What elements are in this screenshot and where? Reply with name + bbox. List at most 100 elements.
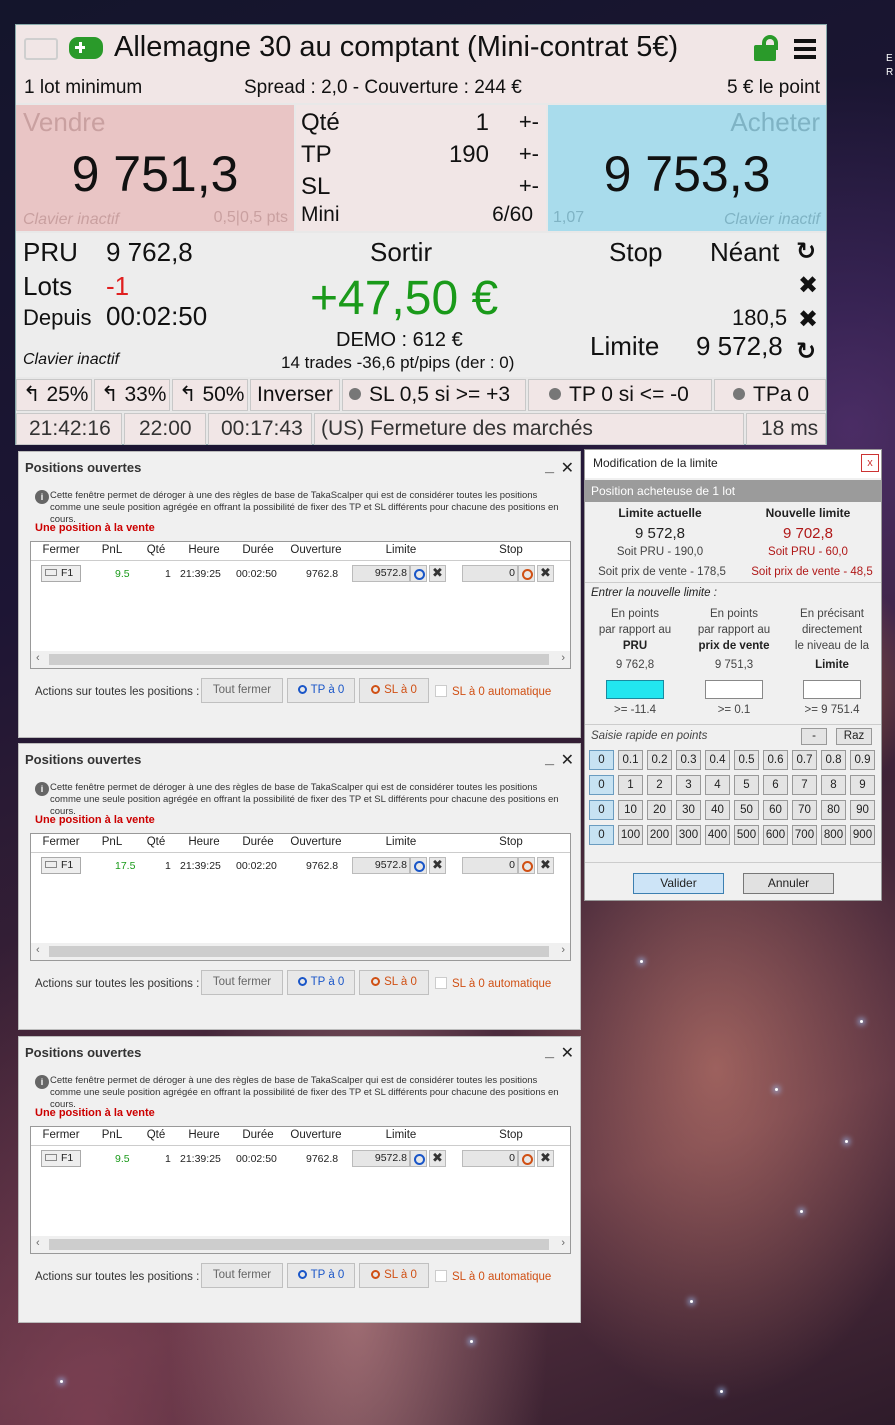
unlock-icon[interactable] [754,35,780,61]
keypad-key[interactable]: 0.4 [705,750,730,770]
keypad-key[interactable]: 2 [647,775,672,795]
keypad-key[interactable]: 800 [821,825,846,845]
keypad-key[interactable]: 0 [589,825,614,845]
auto-sl-checkbox[interactable] [435,977,447,989]
keypad-key[interactable]: 60 [763,800,788,820]
keypad-key[interactable]: 500 [734,825,759,845]
limit-value[interactable]: 9 572,8 [696,331,783,362]
stop-input[interactable]: 0 [462,857,518,874]
stop-target-icon[interactable] [518,1150,535,1167]
keypad-key[interactable]: 400 [705,825,730,845]
stop-clear-icon[interactable]: ✖ [537,857,554,874]
keypad-key[interactable]: 600 [763,825,788,845]
keypad-key[interactable]: 8 [821,775,846,795]
horizontal-scrollbar[interactable]: ‹ › [31,1236,570,1253]
stop-clear-icon[interactable]: ✖ [537,1150,554,1167]
keypad-key[interactable]: 0.7 [792,750,817,770]
keypad-key[interactable]: 7 [792,775,817,795]
sale-points-input[interactable] [705,680,763,699]
tp-plus-minus[interactable]: +- [519,141,539,167]
sell-panel[interactable]: Vendre 9 751,3 Clavier inactif 0,5|0,5 p… [16,105,294,231]
scroll-left-icon[interactable]: ‹ [36,1237,40,1249]
keypad-key[interactable]: 10 [618,800,643,820]
keypad-key[interactable]: 5 [734,775,759,795]
minimize-icon[interactable]: _ [545,750,554,768]
close-position-button[interactable]: F1 [41,857,81,874]
keypad-key[interactable]: 40 [705,800,730,820]
buy-panel[interactable]: Acheter 9 753,3 1,07 Clavier inactif [548,105,826,231]
refresh-stop-icon[interactable]: ↻ [796,237,816,266]
keypad-key[interactable]: 0.2 [647,750,672,770]
close-all-button[interactable]: Tout fermer [201,1263,283,1288]
sl-zero-button[interactable]: SL à 0 [359,678,429,703]
limit-target-icon[interactable] [410,1150,427,1167]
keypad-key[interactable]: 0.6 [763,750,788,770]
stop-input[interactable]: 0 [462,565,518,582]
close-all-button[interactable]: Tout fermer [201,970,283,995]
keypad-key[interactable]: 100 [618,825,643,845]
minus-button[interactable]: - [801,728,827,745]
scroll-right-icon[interactable]: › [561,1237,565,1249]
keypad-key[interactable]: 0.1 [618,750,643,770]
keyboard-icon[interactable] [24,38,58,60]
keypad-key[interactable]: 80 [821,800,846,820]
keypad-key[interactable]: 0 [589,800,614,820]
limit-clear-icon[interactable]: ✖ [429,857,446,874]
close-limit-icon[interactable]: ✖ [798,305,818,334]
keypad-key[interactable]: 0 [589,775,614,795]
limit-target-icon[interactable] [410,565,427,582]
close-25-button[interactable]: ↰ 25% [16,379,92,411]
keypad-key[interactable]: 1 [618,775,643,795]
close-icon[interactable]: ✕ [561,750,574,770]
scroll-left-icon[interactable]: ‹ [36,652,40,664]
keypad-key[interactable]: 70 [792,800,817,820]
qte-plus-minus[interactable]: +- [519,109,539,135]
close-position-button[interactable]: F1 [41,565,81,582]
tp-zero-button[interactable]: TP à 0 [287,678,355,703]
close-all-button[interactable]: Tout fermer [201,678,283,703]
close-icon[interactable]: ✕ [561,1043,574,1063]
keypad-key[interactable]: 4 [705,775,730,795]
tp-zero-button[interactable]: TP à 0 [287,970,355,995]
stop-target-icon[interactable] [518,857,535,874]
horizontal-scrollbar[interactable]: ‹ › [31,651,570,668]
limit-target-icon[interactable] [410,857,427,874]
sl-zero-button[interactable]: SL à 0 [359,970,429,995]
stop-input[interactable]: 0 [462,1150,518,1167]
scroll-left-icon[interactable]: ‹ [36,944,40,956]
keypad-key[interactable]: 3 [676,775,701,795]
keypad-key[interactable]: 6 [763,775,788,795]
limit-input[interactable]: 9572.8 [352,565,410,582]
tp-auto-toggle[interactable]: TP 0 si <= -0 [528,379,712,411]
close-icon[interactable]: x [861,454,879,472]
scroll-right-icon[interactable]: › [561,944,565,956]
keypad-key[interactable]: 20 [647,800,672,820]
keypad-key[interactable]: 0.5 [734,750,759,770]
keypad-key[interactable]: 0.3 [676,750,701,770]
sl-plus-minus[interactable]: +- [519,173,539,199]
cancel-button[interactable]: Annuler [743,873,834,894]
refresh-limit-icon[interactable]: ↻ [796,337,816,366]
keypad-key[interactable]: 9 [850,775,875,795]
hamburger-menu-icon[interactable] [794,39,816,61]
scroll-right-icon[interactable]: › [561,652,565,664]
keypad-key[interactable]: 0 [589,750,614,770]
close-icon[interactable]: ✕ [561,458,574,478]
keypad-key[interactable]: 900 [850,825,875,845]
keypad-key[interactable]: 0.9 [850,750,875,770]
sl-auto-toggle[interactable]: SL 0,5 si >= +3 [342,379,526,411]
close-33-button[interactable]: ↰ 33% [94,379,170,411]
close-50-button[interactable]: ↰ 50% [172,379,248,411]
minimize-icon[interactable]: _ [545,458,554,476]
limit-input[interactable]: 9572.8 [352,1150,410,1167]
keypad-key[interactable]: 30 [676,800,701,820]
scroll-thumb[interactable] [49,654,549,665]
keypad-key[interactable]: 50 [734,800,759,820]
reverse-button[interactable]: Inverser [250,379,340,411]
keypad-key[interactable]: 200 [647,825,672,845]
direct-limit-input[interactable] [803,680,861,699]
close-position-button[interactable]: F1 [41,1150,81,1167]
keypad-key[interactable]: 0.8 [821,750,846,770]
minimize-icon[interactable]: _ [545,1043,554,1061]
auto-sl-checkbox[interactable] [435,685,447,697]
